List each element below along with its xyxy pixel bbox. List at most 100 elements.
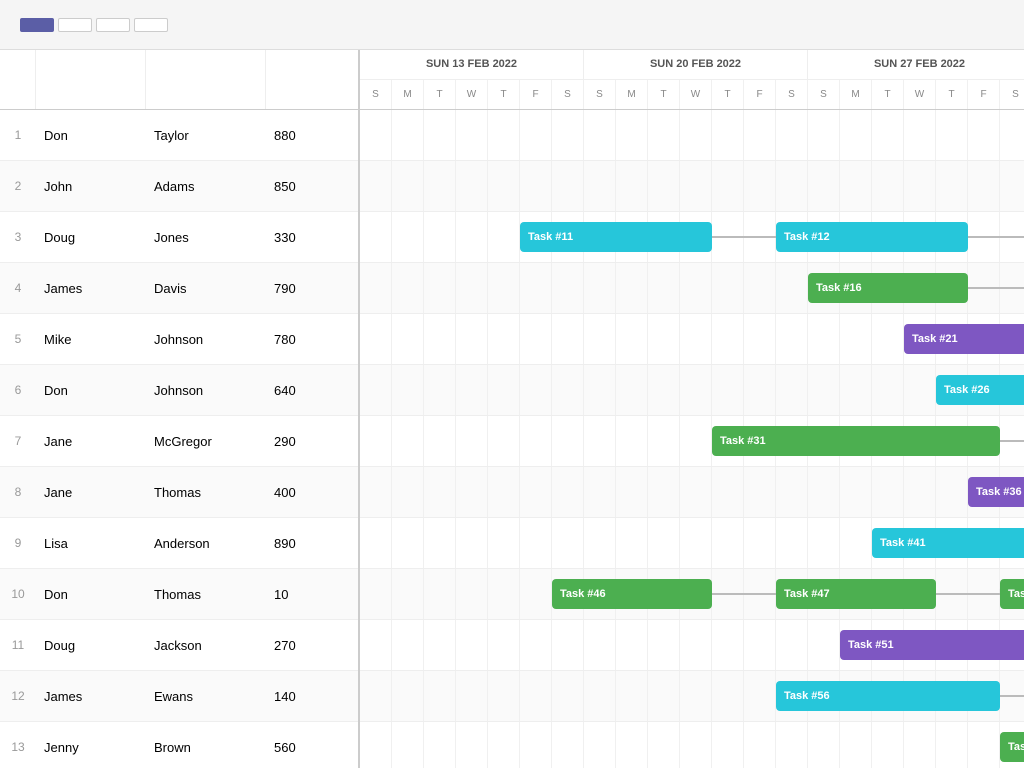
gantt-task[interactable]: Tasl xyxy=(1000,579,1024,609)
gantt-day-label: M xyxy=(840,80,872,109)
day-cell xyxy=(776,467,808,517)
table-row: 6 Don Johnson 640 xyxy=(0,365,358,416)
day-cell xyxy=(360,263,392,313)
row-id: 3 xyxy=(0,230,36,244)
day-cell xyxy=(744,671,776,721)
day-cell xyxy=(520,569,552,619)
day-cell xyxy=(904,110,936,160)
day-cell xyxy=(936,722,968,768)
gantt-day-label: T xyxy=(712,80,744,109)
day-cell xyxy=(616,110,648,160)
gantt-row: Task #41Tasl xyxy=(360,518,1024,569)
tab-1k-events[interactable] xyxy=(20,18,54,32)
row-id: 12 xyxy=(0,689,36,703)
gantt-task[interactable]: Task #56 xyxy=(776,681,1000,711)
day-cell xyxy=(392,212,424,262)
toolbar xyxy=(0,0,1024,50)
row-id: 5 xyxy=(0,332,36,346)
table-row: 13 Jenny Brown 560 xyxy=(0,722,358,768)
day-cell xyxy=(520,671,552,721)
gantt-row: Task #26Tas xyxy=(360,365,1024,416)
day-cell xyxy=(744,722,776,768)
table-row: 9 Lisa Anderson 890 xyxy=(0,518,358,569)
day-cell xyxy=(392,569,424,619)
gantt-task[interactable]: Task #12 xyxy=(776,222,968,252)
row-surname: Johnson xyxy=(146,383,266,398)
gantt-day-label: W xyxy=(680,80,712,109)
row-surname: Taylor xyxy=(146,128,266,143)
day-cell xyxy=(520,110,552,160)
day-cell xyxy=(360,620,392,670)
row-score: 270 xyxy=(266,638,356,653)
table-header xyxy=(0,50,358,110)
gantt-task[interactable]: Task #6 xyxy=(1000,732,1024,762)
day-cell xyxy=(360,161,392,211)
gantt-day-label: M xyxy=(616,80,648,109)
day-cell xyxy=(488,161,520,211)
day-cell xyxy=(904,365,936,415)
gantt-task[interactable]: Task #11 xyxy=(520,222,712,252)
day-cell xyxy=(456,365,488,415)
day-cell xyxy=(424,671,456,721)
gantt-row: Task #1TaslTas xyxy=(360,110,1024,161)
gantt-task[interactable]: Task #47 xyxy=(776,579,936,609)
gantt-task[interactable]: Task #21 xyxy=(904,324,1024,354)
gantt-task[interactable]: Task #31 xyxy=(712,426,1000,456)
day-cell xyxy=(872,722,904,768)
gantt-row: Task #31Task #32Tas xyxy=(360,416,1024,467)
day-cell xyxy=(712,518,744,568)
row-surname: Johnson xyxy=(146,332,266,347)
day-cell xyxy=(456,212,488,262)
gantt-arrow xyxy=(936,593,1000,595)
gantt-day-label: S xyxy=(808,80,840,109)
day-cell xyxy=(520,161,552,211)
row-surname: Thomas xyxy=(146,587,266,602)
table-row: 11 Doug Jackson 270 xyxy=(0,620,358,671)
day-cell xyxy=(776,518,808,568)
day-cell xyxy=(808,620,840,670)
row-surname: Jackson xyxy=(146,638,266,653)
gantt-task[interactable]: Task #46 xyxy=(552,579,712,609)
day-cell xyxy=(1000,110,1024,160)
gantt-day-label: S xyxy=(1000,80,1024,109)
gantt-day-label: T xyxy=(936,80,968,109)
row-score: 780 xyxy=(266,332,356,347)
gantt-body: Task #1TaslTas Task #6 Task #11 Task #12 Tas… xyxy=(360,110,1024,768)
row-id: 6 xyxy=(0,383,36,397)
row-score: 400 xyxy=(266,485,356,500)
gantt-task[interactable]: Task #16 xyxy=(808,273,968,303)
day-cell xyxy=(424,722,456,768)
gantt-day-label: T xyxy=(424,80,456,109)
gantt-task[interactable]: Task #26 xyxy=(936,375,1024,405)
tab-5k-events[interactable] xyxy=(58,18,92,32)
day-cell xyxy=(840,365,872,415)
gantt-row: Task #46Task #47TaslTask #49 xyxy=(360,569,1024,620)
gantt-day-label: S xyxy=(552,80,584,109)
gantt-panel[interactable]: SUN 13 FEB 2022SUN 20 FEB 2022SUN 27 FEB… xyxy=(360,50,1024,768)
day-cell xyxy=(360,671,392,721)
row-firstname: Mike xyxy=(36,332,146,347)
tab-10k-events[interactable] xyxy=(96,18,130,32)
row-score: 790 xyxy=(266,281,356,296)
row-firstname: John xyxy=(36,179,146,194)
day-cell xyxy=(840,518,872,568)
gantt-task[interactable]: Task #36 xyxy=(968,477,1024,507)
day-cell xyxy=(616,161,648,211)
row-id: 11 xyxy=(0,638,36,652)
day-cell xyxy=(520,365,552,415)
gantt-task[interactable]: Task #51 xyxy=(840,630,1024,660)
day-cell xyxy=(680,467,712,517)
row-score: 640 xyxy=(266,383,356,398)
day-cell xyxy=(744,314,776,364)
day-cell xyxy=(584,620,616,670)
tab-custom[interactable] xyxy=(134,18,168,32)
row-surname: Jones xyxy=(146,230,266,245)
day-cell xyxy=(712,365,744,415)
col-surname-header xyxy=(146,50,266,109)
day-cell xyxy=(424,314,456,364)
day-cell xyxy=(776,365,808,415)
gantt-task[interactable]: Task #41 xyxy=(872,528,1024,558)
day-cell xyxy=(584,110,616,160)
gantt-day-label: F xyxy=(968,80,1000,109)
gantt-arrow xyxy=(1000,695,1024,697)
